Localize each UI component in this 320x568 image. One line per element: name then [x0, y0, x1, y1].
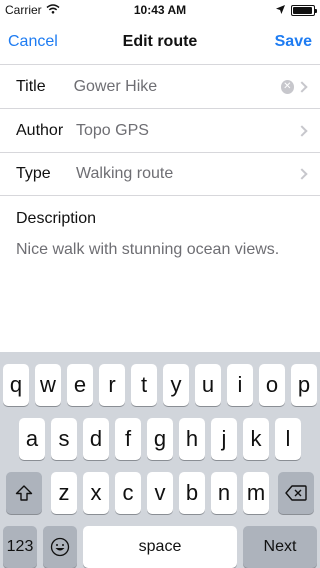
emoji-icon[interactable] — [43, 526, 77, 568]
keyboard-row-4: 123 space Next — [3, 526, 317, 568]
status-bar: Carrier 10:43 AM — [0, 0, 320, 20]
key-n[interactable]: n — [211, 472, 237, 514]
title-input[interactable] — [73, 77, 281, 96]
clear-icon[interactable]: ✕ — [280, 79, 294, 94]
next-key[interactable]: Next — [243, 526, 317, 568]
key-y[interactable]: y — [163, 364, 189, 406]
key-l[interactable]: l — [275, 418, 301, 460]
chevron-right-icon — [296, 80, 308, 93]
location-arrow-icon — [276, 3, 285, 17]
keyboard: qwertyuiop asdfghjkl zxcvbnm 123 space N… — [0, 352, 320, 568]
keyboard-row-3: zxcvbnm — [3, 472, 317, 514]
key-c[interactable]: c — [115, 472, 141, 514]
battery-level — [293, 6, 312, 14]
battery-icon — [291, 4, 317, 16]
key-t[interactable]: t — [131, 364, 157, 406]
space-key[interactable]: space — [83, 526, 237, 568]
cancel-button[interactable]: Cancel — [8, 33, 58, 51]
shift-icon[interactable] — [6, 472, 42, 514]
keyboard-row-3-letters: zxcvbnm — [51, 472, 269, 514]
key-u[interactable]: u — [195, 364, 221, 406]
carrier-label: Carrier — [5, 3, 42, 17]
description-section: Description Nice walk with stunning ocea… — [0, 198, 320, 271]
key-f[interactable]: f — [115, 418, 141, 460]
key-w[interactable]: w — [35, 364, 61, 406]
author-value: Topo GPS — [76, 121, 149, 139]
navigation-bar: Cancel Edit route Save — [0, 20, 320, 64]
key-q[interactable]: q — [3, 364, 29, 406]
title-label: Title — [16, 77, 46, 95]
description-text[interactable]: Nice walk with stunning ocean views. — [16, 240, 304, 259]
type-label: Type — [16, 165, 51, 182]
key-b[interactable]: b — [179, 472, 205, 514]
key-v[interactable]: v — [147, 472, 173, 514]
key-x[interactable]: x — [83, 472, 109, 514]
key-o[interactable]: o — [259, 364, 285, 406]
title-row[interactable]: Title ✕ — [0, 64, 320, 108]
numbers-key[interactable]: 123 — [3, 526, 37, 568]
type-value: Walking route — [76, 165, 174, 182]
type-row[interactable]: Type Walking route — [0, 152, 320, 196]
keyboard-row-2: asdfghjkl — [3, 418, 317, 460]
key-r[interactable]: r — [99, 364, 125, 406]
route-form: Title ✕ Author Topo GPS Type Walking rou… — [0, 64, 320, 196]
key-e[interactable]: e — [67, 364, 93, 406]
key-m[interactable]: m — [243, 472, 269, 514]
key-z[interactable]: z — [51, 472, 77, 514]
key-s[interactable]: s — [51, 418, 77, 460]
key-p[interactable]: p — [291, 364, 317, 406]
key-a[interactable]: a — [19, 418, 45, 460]
author-label: Author — [16, 121, 64, 139]
backspace-icon[interactable] — [278, 472, 314, 514]
key-g[interactable]: g — [147, 418, 173, 460]
key-k[interactable]: k — [243, 418, 269, 460]
status-right — [276, 3, 317, 17]
wifi-icon — [46, 3, 60, 17]
save-button[interactable]: Save — [275, 33, 312, 51]
status-left: Carrier — [5, 3, 60, 17]
key-j[interactable]: j — [211, 418, 237, 460]
key-d[interactable]: d — [83, 418, 109, 460]
screen: Carrier 10:43 AM Cancel Edit route Save … — [0, 0, 320, 568]
keyboard-row-1: qwertyuiop — [3, 364, 317, 406]
key-i[interactable]: i — [227, 364, 253, 406]
key-h[interactable]: h — [179, 418, 205, 460]
description-label: Description — [16, 210, 97, 227]
author-row[interactable]: Author Topo GPS — [0, 108, 320, 152]
